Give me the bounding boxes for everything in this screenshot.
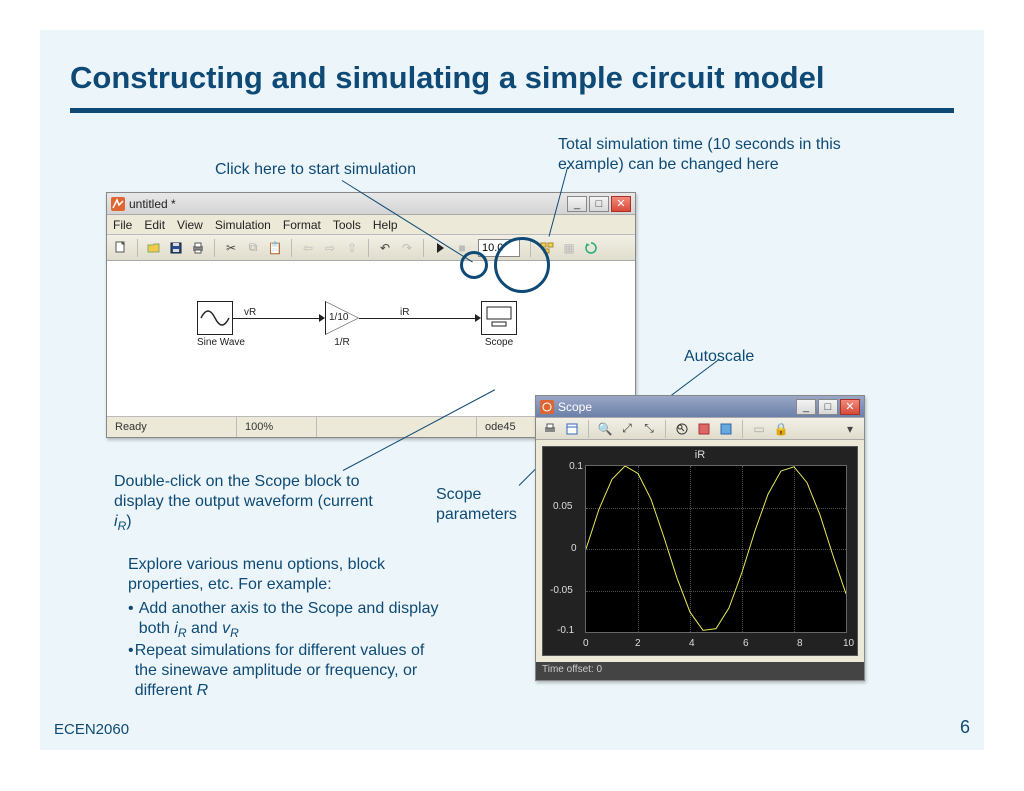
zoom-x-icon[interactable]: ⤢ — [617, 419, 637, 439]
menu-format[interactable]: Format — [283, 218, 321, 232]
float-icon[interactable]: ▭ — [749, 419, 769, 439]
x-tick: 10 — [843, 638, 854, 649]
footer-page: 6 — [960, 717, 970, 738]
ann-scope-params: Scope parameters — [436, 485, 536, 525]
print-icon[interactable] — [188, 238, 208, 258]
close-button[interactable]: ✕ — [840, 399, 860, 415]
restore-axes-icon[interactable] — [716, 419, 736, 439]
autoscale-icon[interactable] — [672, 419, 692, 439]
callout-circle-play — [460, 251, 488, 279]
status-zoom: 100% — [237, 417, 317, 437]
back-icon[interactable]: ⇦ — [298, 238, 318, 258]
scope-plot: iR 0.1 0.05 0 -0.05 -0.1 — [542, 446, 858, 656]
menubar: File Edit View Simulation Format Tools H… — [107, 215, 635, 235]
plot-area — [585, 465, 847, 633]
new-icon[interactable] — [111, 238, 131, 258]
app-icon — [540, 400, 554, 414]
ann-autoscale: Autoscale — [684, 347, 754, 367]
refresh-icon[interactable] — [581, 238, 601, 258]
ann-click-start: Click here to start simulation — [215, 160, 416, 180]
title-rule — [70, 108, 954, 113]
x-tick: 2 — [635, 638, 641, 649]
waveform — [586, 466, 846, 632]
y-tick: 0.05 — [553, 501, 572, 512]
ann-total-time: Total simulation time (10 seconds in thi… — [558, 135, 868, 175]
status-cell — [317, 417, 477, 437]
wire-label-vr: vR — [244, 307, 256, 318]
text: R — [118, 519, 127, 533]
model-canvas[interactable]: Sine Wave vR 1/10 1/R iR Scope — [107, 261, 635, 417]
forward-icon[interactable]: ⇨ — [320, 238, 340, 258]
text: Repeat simulations for different values … — [135, 642, 425, 699]
menu-edit[interactable]: Edit — [144, 218, 165, 232]
text: Explore various menu options, block prop… — [128, 555, 448, 595]
copy-icon[interactable]: ⧉ — [243, 238, 263, 258]
block-label: Scope — [481, 337, 517, 348]
plot-title: iR — [543, 449, 857, 461]
y-tick: -0.05 — [550, 585, 573, 596]
app-icon — [111, 197, 125, 211]
model-icon[interactable]: ▦ — [559, 238, 579, 258]
undo-icon[interactable]: ↶ — [375, 238, 395, 258]
gain-text: 1/10 — [329, 312, 348, 323]
y-tick: -0.1 — [557, 625, 574, 636]
x-tick: 0 — [583, 638, 589, 649]
scope-statusbar: Time offset: 0 — [536, 662, 864, 680]
window-title: untitled * — [129, 197, 176, 211]
menu-tools[interactable]: Tools — [333, 218, 361, 232]
x-tick: 8 — [797, 638, 803, 649]
scope-window: Scope _ □ ✕ 🔍 ⤢ ⤡ ▭ 🔒 ▾ iR — [535, 395, 865, 681]
scope-toolbar: 🔍 ⤢ ⤡ ▭ 🔒 ▾ — [536, 418, 864, 440]
block-label: Sine Wave — [197, 337, 245, 348]
menu-help[interactable]: Help — [373, 218, 398, 232]
lock-icon[interactable]: 🔒 — [771, 419, 791, 439]
window-title: Scope — [558, 400, 592, 414]
wire-label-ir: iR — [400, 307, 409, 318]
minimize-button[interactable]: _ — [796, 399, 816, 415]
block-label: 1/R — [325, 337, 359, 348]
y-tick: 0.1 — [569, 461, 583, 472]
params-icon[interactable] — [562, 419, 582, 439]
save-axes-icon[interactable] — [694, 419, 714, 439]
wire — [233, 318, 321, 319]
status-ready: Ready — [107, 417, 237, 437]
menu-view[interactable]: View — [177, 218, 203, 232]
text: Double-click on the Scope block to displ… — [114, 473, 373, 510]
text: ) — [126, 513, 131, 530]
redo-icon[interactable]: ↷ — [397, 238, 417, 258]
footer-left: ECEN2060 — [54, 721, 129, 738]
dropdown-icon[interactable]: ▾ — [840, 419, 860, 439]
sine-wave-block[interactable] — [197, 301, 233, 335]
ann-double-click: Double-click on the Scope block to displ… — [114, 472, 374, 534]
menu-file[interactable]: File — [113, 218, 132, 232]
scope-block[interactable] — [481, 301, 517, 335]
maximize-button[interactable]: □ — [589, 196, 609, 212]
gain-block[interactable]: 1/10 — [325, 301, 359, 335]
x-tick: 4 — [689, 638, 695, 649]
slide-title: Constructing and simulating a simple cir… — [70, 60, 970, 96]
up-icon[interactable]: ⇧ — [342, 238, 362, 258]
window-titlebar[interactable]: Scope _ □ ✕ — [536, 396, 864, 418]
toolbar: ✂ ⧉ 📋 ⇦ ⇨ ⇧ ↶ ↷ ■ ▦ — [107, 235, 635, 261]
wire — [359, 318, 477, 319]
zoom-in-icon[interactable]: 🔍 — [595, 419, 615, 439]
text: and — [187, 620, 223, 637]
text: R — [197, 682, 209, 699]
maximize-button[interactable]: □ — [818, 399, 838, 415]
cut-icon[interactable]: ✂ — [221, 238, 241, 258]
menu-simulation[interactable]: Simulation — [215, 218, 271, 232]
callout-circle-time — [494, 237, 550, 293]
minimize-button[interactable]: _ — [567, 196, 587, 212]
save-icon[interactable] — [166, 238, 186, 258]
y-tick: 0 — [571, 543, 577, 554]
zoom-y-icon[interactable]: ⤡ — [639, 419, 659, 439]
paste-icon[interactable]: 📋 — [265, 238, 285, 258]
open-icon[interactable] — [144, 238, 164, 258]
print-icon[interactable] — [540, 419, 560, 439]
close-button[interactable]: ✕ — [611, 196, 631, 212]
ann-explore: Explore various menu options, block prop… — [128, 555, 448, 701]
x-tick: 6 — [743, 638, 749, 649]
